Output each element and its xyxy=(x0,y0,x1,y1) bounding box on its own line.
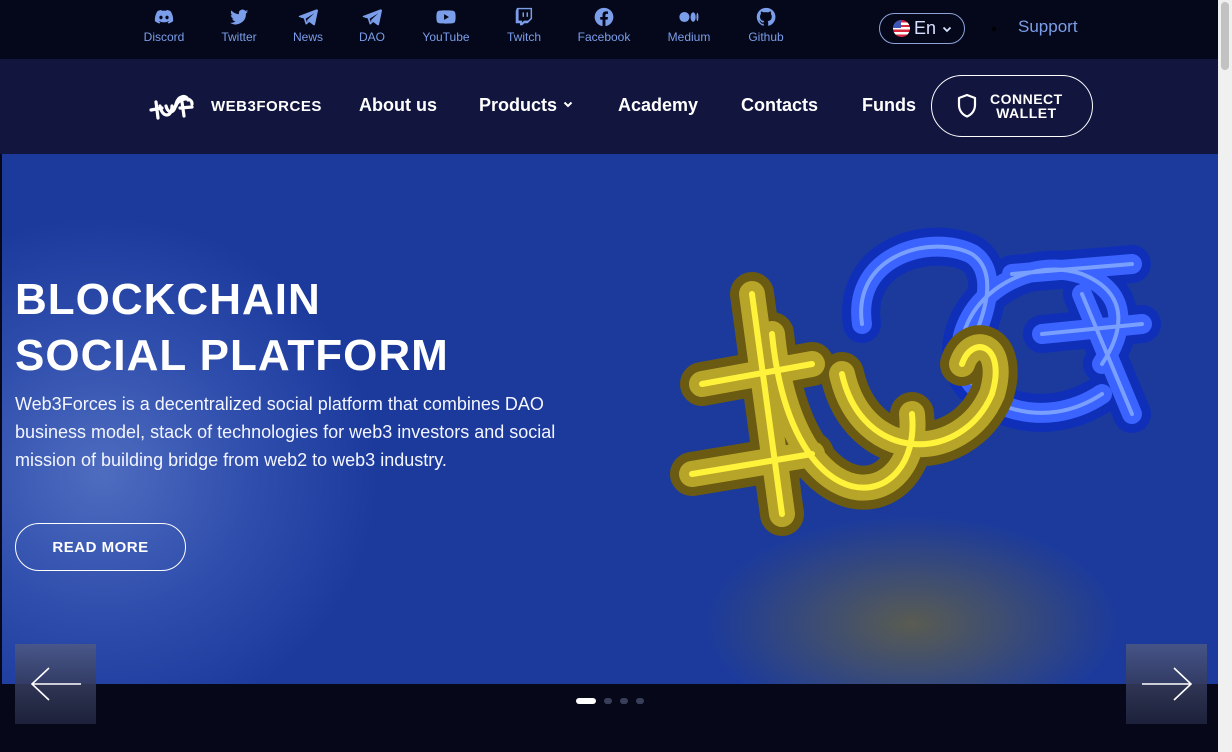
social-link-news[interactable]: News xyxy=(273,6,343,44)
discord-icon xyxy=(154,9,174,24)
social-link-discord[interactable]: Discord xyxy=(129,6,199,44)
slider-pagination xyxy=(576,698,644,704)
brand-name[interactable]: WEB3FORCES xyxy=(211,98,322,115)
page-scrollbar[interactable] xyxy=(1218,0,1232,752)
social-label: Twitter xyxy=(221,30,257,44)
connect-wallet-button[interactable]: CONNECT WALLET xyxy=(931,75,1093,137)
nav-about-us[interactable]: About us xyxy=(359,95,437,116)
web3forces-logo[interactable] xyxy=(148,88,196,124)
language-label: En xyxy=(914,18,937,38)
hero-title-line-2: SOCIAL PLATFORM xyxy=(15,331,449,380)
social-link-facebook[interactable]: Facebook xyxy=(569,6,639,44)
social-label: Facebook xyxy=(577,30,631,44)
hero-slide: BLOCKCHAIN SOCIAL PLATFORM Web3Forces is… xyxy=(2,154,1218,684)
social-label: News xyxy=(292,30,323,44)
social-link-twitter[interactable]: Twitter xyxy=(204,6,274,44)
youtube-icon xyxy=(436,10,456,24)
social-label: Twitch xyxy=(506,30,541,44)
social-link-youtube[interactable]: YouTube xyxy=(411,6,481,44)
slider-dot[interactable] xyxy=(620,698,628,704)
connect-line-2: WALLET xyxy=(996,105,1057,121)
social-link-twitch[interactable]: Twitch xyxy=(489,6,559,44)
main-navbar: WEB3FORCES About us Products Academy Con… xyxy=(0,59,1218,154)
telegram-icon xyxy=(362,9,382,26)
nav-products-label: Products xyxy=(479,95,558,115)
social-label: Medium xyxy=(667,30,711,44)
hero-title: BLOCKCHAIN SOCIAL PLATFORM xyxy=(15,272,449,384)
slider-next-button[interactable] xyxy=(1126,644,1207,724)
arrow-left-icon xyxy=(30,667,81,701)
read-more-button[interactable]: READ MORE xyxy=(15,523,186,571)
connect-line-1: CONNECT xyxy=(990,91,1063,107)
medium-icon xyxy=(679,11,699,23)
chevron-down-icon xyxy=(942,26,952,32)
github-icon xyxy=(756,7,776,26)
social-bar: Discord Twitter News DAO YouTube Twitch … xyxy=(0,0,1218,59)
separator-dot xyxy=(992,27,996,31)
twitter-icon xyxy=(229,9,249,25)
nav-academy[interactable]: Academy xyxy=(618,95,698,116)
slider-footer-band xyxy=(0,684,1218,752)
slider-dot[interactable] xyxy=(636,698,644,704)
web3forces-3d-logo-image xyxy=(670,227,1161,536)
nav-products[interactable]: Products xyxy=(479,95,573,116)
connect-wallet-label: CONNECT WALLET xyxy=(990,92,1063,120)
support-link[interactable]: Support xyxy=(1018,17,1078,37)
hero-title-line-1: BLOCKCHAIN xyxy=(15,275,321,324)
slider-prev-button[interactable] xyxy=(15,644,96,724)
social-link-dao[interactable]: DAO xyxy=(337,6,407,44)
scrollbar-thumb[interactable] xyxy=(1221,2,1229,70)
social-label: DAO xyxy=(358,30,385,44)
social-label: YouTube xyxy=(422,30,470,44)
social-link-github[interactable]: Github xyxy=(731,6,801,44)
twitch-icon xyxy=(515,7,533,26)
shield-icon xyxy=(957,93,977,118)
social-link-medium[interactable]: Medium xyxy=(654,6,724,44)
hero-description: Web3Forces is a decentralized social pla… xyxy=(15,394,556,470)
social-label: Discord xyxy=(143,30,185,44)
telegram-icon xyxy=(298,9,318,26)
facebook-icon xyxy=(594,7,614,27)
us-flag-icon xyxy=(893,20,910,37)
slider-dot[interactable] xyxy=(576,698,596,704)
nav-contacts[interactable]: Contacts xyxy=(741,95,818,116)
arrow-right-icon xyxy=(1141,667,1192,701)
language-selector[interactable]: En xyxy=(879,13,965,44)
slider-dot[interactable] xyxy=(604,698,612,704)
social-label: Github xyxy=(748,30,784,44)
chevron-down-icon xyxy=(563,101,573,108)
nav-funds[interactable]: Funds xyxy=(862,95,916,116)
